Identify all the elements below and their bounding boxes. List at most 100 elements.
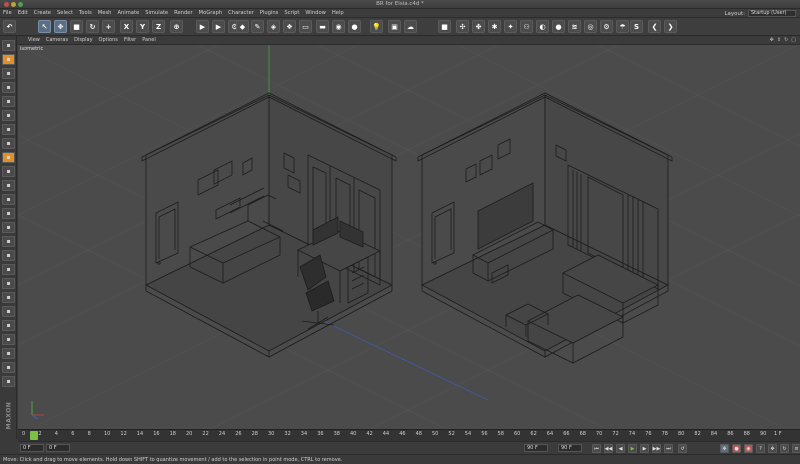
floor-icon[interactable]: ▬ [316, 20, 329, 33]
viewport-move-icon[interactable]: ✥ [770, 37, 774, 43]
go-to-start-icon[interactable]: ⏮ [592, 444, 601, 453]
paint-icon[interactable]: ▪ [2, 348, 15, 359]
record-icon[interactable]: ● [732, 444, 741, 453]
stitch-icon[interactable]: ▪ [2, 320, 15, 331]
mograph-cloner-icon[interactable]: ✤ [472, 20, 485, 33]
texture-mode-icon[interactable]: ▪ [2, 68, 15, 79]
deformer-icon[interactable]: ▭ [299, 20, 312, 33]
next-key-icon[interactable]: ▶▶ [652, 444, 661, 453]
auto-key-icon[interactable]: ◉ [744, 444, 753, 453]
key-position-icon[interactable]: ✥ [768, 444, 777, 453]
move-key-icon[interactable]: ✥ [720, 444, 729, 453]
prev-key-icon[interactable]: ◀◀ [604, 444, 613, 453]
light-icon[interactable]: ● [348, 20, 361, 33]
light-bulb-icon[interactable]: 💡 [370, 20, 383, 33]
bevel-icon[interactable]: ▪ [2, 236, 15, 247]
snap-icon[interactable]: ✣ [456, 20, 469, 33]
z-axis-icon[interactable]: Z [152, 20, 165, 33]
xpresso-icon[interactable]: ◐ [536, 20, 549, 33]
magnet-icon[interactable]: ▪ [2, 250, 15, 261]
menu-create[interactable]: Create [34, 10, 51, 16]
effector-icon[interactable]: ✱ [488, 20, 501, 33]
menu-mesh[interactable]: Mesh [98, 10, 112, 16]
object-mode-icon[interactable]: ▪ [2, 54, 15, 65]
end-frame-field[interactable]: 90 F [524, 444, 548, 452]
spline-pen-icon[interactable]: ✎ [251, 20, 264, 33]
viewport-menu-options[interactable]: Options [99, 37, 118, 43]
play-icon[interactable]: ▶ [628, 444, 637, 453]
enable-axis-icon[interactable]: ▪ [2, 138, 15, 149]
y-axis-icon[interactable]: Y [136, 20, 149, 33]
bridge-icon[interactable]: ▪ [2, 208, 15, 219]
key-rotation-icon[interactable]: ↻ [780, 444, 789, 453]
subdivision-icon[interactable]: ◈ [267, 20, 280, 33]
snap-tool-icon[interactable]: ▪ [2, 152, 15, 163]
plugin-s-icon[interactable]: S [630, 20, 643, 33]
workplane-lock-icon[interactable]: ▪ [2, 166, 15, 177]
menu-plugins[interactable]: Plugins [260, 10, 279, 16]
sky-icon[interactable]: ☁ [404, 20, 417, 33]
sphere-icon[interactable]: ● [552, 20, 565, 33]
timeline-playhead[interactable] [30, 431, 38, 440]
menu-simulate[interactable]: Simulate [145, 10, 168, 16]
scale-icon[interactable]: ■ [70, 20, 83, 33]
polygons-mode-icon[interactable]: ▪ [2, 124, 15, 135]
max-frame-field[interactable]: 90 F [558, 444, 582, 452]
start-frame-field[interactable]: 0 F [20, 444, 44, 452]
mirror-icon[interactable]: ▪ [2, 334, 15, 345]
points-mode-icon[interactable]: ▪ [2, 96, 15, 107]
sculpt-brush-icon[interactable]: ▪ [2, 362, 15, 373]
iron-icon[interactable]: ▪ [2, 278, 15, 289]
menu-edit[interactable]: Edit [18, 10, 28, 16]
cube-icon[interactable]: ◆ [236, 20, 249, 33]
weld-icon[interactable]: ▪ [2, 292, 15, 303]
hair-icon[interactable]: ≋ [568, 20, 581, 33]
viewport-menu-view[interactable]: View [28, 37, 40, 43]
menu-animate[interactable]: Animate [117, 10, 139, 16]
viewport-menu-display[interactable]: Display [74, 37, 92, 43]
measure-icon[interactable]: ▪ [2, 376, 15, 387]
menu-character[interactable]: Character [228, 10, 254, 16]
render-region-icon[interactable]: ▶ [196, 20, 209, 33]
world-coordinates-icon[interactable]: ⊕ [170, 20, 183, 33]
extrude-icon[interactable]: ▪ [2, 222, 15, 233]
isometric-viewport[interactable]: Isometric [18, 45, 800, 429]
render-view-icon[interactable]: ▶ [212, 20, 225, 33]
brush-icon[interactable]: ▪ [2, 180, 15, 191]
menu-file[interactable]: File [3, 10, 12, 16]
dynamics-icon[interactable]: ◎ [584, 20, 597, 33]
viewport-rotate-icon[interactable]: ↻ [784, 37, 788, 43]
move-icon[interactable]: ✥ [54, 20, 67, 33]
menu-select[interactable]: Select [57, 10, 73, 16]
timeline-menu-icon[interactable]: ≡ [792, 444, 800, 453]
next-frame-icon[interactable]: ▶ [640, 444, 649, 453]
current-frame-field[interactable]: 0 F [46, 444, 70, 452]
knife-icon[interactable]: ▪ [2, 194, 15, 205]
viewport-zoom-icon[interactable]: ⇕ [777, 37, 781, 43]
menu-render[interactable]: Render [174, 10, 192, 16]
rotate-icon[interactable]: ↻ [86, 20, 99, 33]
scene-icon[interactable]: ▣ [388, 20, 401, 33]
character-icon[interactable]: ✦ [504, 20, 517, 33]
viewport-menu-filter[interactable]: Filter [124, 37, 136, 43]
array-icon[interactable]: ❖ [283, 20, 296, 33]
go-to-end-icon[interactable]: ⏭ [664, 444, 673, 453]
pose-icon[interactable]: ⚙ [600, 20, 613, 33]
forward-arrow-icon[interactable]: ❯ [664, 20, 677, 33]
joint-icon[interactable]: ⚇ [520, 20, 533, 33]
viewport-maximize-icon[interactable]: ▢ [791, 37, 796, 43]
menu-tools[interactable]: Tools [79, 10, 92, 16]
camera-icon[interactable]: ◉ [332, 20, 345, 33]
viewport-menu-cameras[interactable]: Cameras [46, 37, 68, 43]
model-mode-icon[interactable]: ▪ [2, 40, 15, 51]
loop-icon[interactable]: ↺ [678, 444, 687, 453]
edges-mode-icon[interactable]: ▪ [2, 110, 15, 121]
prev-frame-icon[interactable]: ◀ [616, 444, 625, 453]
menu-window[interactable]: Window [305, 10, 325, 16]
smooth-icon[interactable]: ▪ [2, 264, 15, 275]
timeline-ruler[interactable]: 0 2 4 6 8 10 12 14 16 18 20 22 24 26 28 30 32 34 36 38 40 42 4… [18, 429, 800, 441]
live-selection-icon[interactable]: ↖ [38, 20, 51, 33]
menu-mograph[interactable]: MoGraph [199, 10, 223, 16]
display-mode-icon[interactable]: ■ [438, 20, 451, 33]
keyframe-selection-icon[interactable]: ? [756, 444, 765, 453]
